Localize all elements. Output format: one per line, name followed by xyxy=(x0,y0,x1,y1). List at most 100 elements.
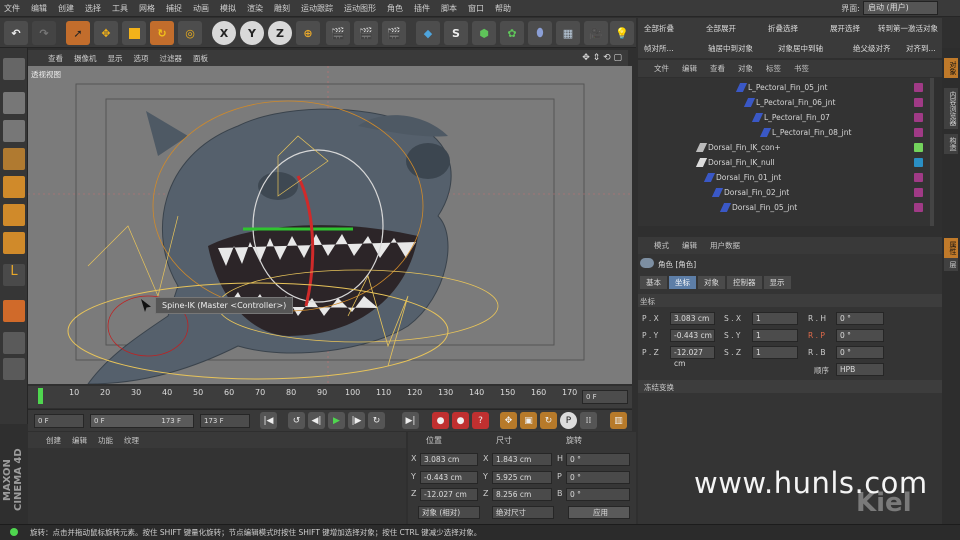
coord-size-y[interactable]: 5.925 cm xyxy=(492,471,552,484)
perspective-viewport[interactable]: 透视视图 Spine-IK (Master <Controller>) xyxy=(28,66,632,384)
z-axis-icon[interactable]: Z xyxy=(268,21,292,45)
coord-pos-y[interactable]: -0.443 cm xyxy=(420,471,478,484)
material-menu-texture[interactable]: 纹理 xyxy=(124,435,139,446)
menu-sculpt[interactable]: 雕刻 xyxy=(274,3,290,14)
tab-display[interactable]: 显示 xyxy=(763,276,791,289)
render-view-icon[interactable]: 🎬 xyxy=(326,21,350,45)
spline-pen-icon[interactable]: S xyxy=(444,21,468,45)
attr-px-field[interactable]: 3.083 cm xyxy=(670,312,715,325)
coord-pos-x[interactable]: 3.083 cm xyxy=(420,453,478,466)
menu-script[interactable]: 脚本 xyxy=(441,3,457,14)
object-tree-row[interactable]: L_Pectoral_Fin_08_jnt xyxy=(759,125,851,140)
current-frame-field[interactable]: 0 F xyxy=(582,390,628,404)
coord-rot-b[interactable]: 0 ° xyxy=(566,488,630,501)
camera-icon[interactable]: 🎥 xyxy=(584,21,608,45)
object-tag-icon[interactable] xyxy=(914,203,923,212)
move-icon[interactable]: ✥ xyxy=(94,21,118,45)
obj-menu-view[interactable]: 查看 xyxy=(710,63,725,74)
x-axis-icon[interactable]: X xyxy=(212,21,236,45)
key-scale-icon[interactable]: ▣ xyxy=(520,412,537,429)
light-icon[interactable]: 💡 xyxy=(610,21,634,45)
coord-mode-object-select[interactable]: 对象 (相对) xyxy=(418,506,480,519)
coord-rot-p[interactable]: 0 ° xyxy=(566,471,630,484)
redo-icon[interactable]: ↷ xyxy=(32,21,56,45)
tab-controller[interactable]: 控制器 xyxy=(727,276,762,289)
model-mode-icon[interactable] xyxy=(3,92,25,114)
object-tag-icon[interactable] xyxy=(914,188,923,197)
freeze-transform-section[interactable]: 冻结变换 xyxy=(638,380,942,393)
material-menu-edit[interactable]: 编辑 xyxy=(72,435,87,446)
attr-rh-field[interactable]: 0 ° xyxy=(836,312,884,325)
render-picture-viewer-icon[interactable]: 🎬 xyxy=(354,21,378,45)
cube-icon[interactable]: ◆ xyxy=(416,21,440,45)
viewport-menu-cameras[interactable]: 摄像机 xyxy=(74,53,97,64)
attr-py-field[interactable]: -0.443 cm xyxy=(670,329,715,342)
menu-snap[interactable]: 捕捉 xyxy=(166,3,182,14)
coord-mode-size-select[interactable]: 绝对尺寸 xyxy=(492,506,554,519)
texture-mode-icon[interactable] xyxy=(3,120,25,142)
workplane-lock-icon[interactable] xyxy=(3,332,25,354)
goto-end-icon[interactable]: ▶| xyxy=(402,412,419,429)
tab-basic[interactable]: 基本 xyxy=(640,276,667,289)
viewport-menu-display[interactable]: 显示 xyxy=(108,53,123,64)
timeline-playhead[interactable] xyxy=(38,388,43,404)
object-tree-row[interactable]: Dorsal_Fin_01_jnt xyxy=(703,170,781,185)
snap-icon[interactable] xyxy=(3,300,25,322)
render-settings-icon[interactable]: 🎬 xyxy=(382,21,406,45)
menu-character[interactable]: 角色 xyxy=(387,3,403,14)
menu-help[interactable]: 帮助 xyxy=(495,3,511,14)
prev-key-icon[interactable]: ↺ xyxy=(288,412,305,429)
tab-coordinates[interactable]: 坐标 xyxy=(669,276,696,289)
goto-first-active-button[interactable]: 转到第一激活对象 xyxy=(878,23,938,34)
recent-tool-icon[interactable]: ◎ xyxy=(178,21,202,45)
polygons-mode-icon[interactable] xyxy=(3,232,25,254)
menu-motion-tracking[interactable]: 运动跟踪 xyxy=(301,3,333,14)
end-frame-field[interactable]: 173 F xyxy=(200,414,250,428)
coord-size-z[interactable]: 8.256 cm xyxy=(492,488,552,501)
viewport-menu-filter[interactable]: 过滤器 xyxy=(160,53,183,64)
menu-mograph[interactable]: 运动图形 xyxy=(344,3,376,14)
material-manager[interactable]: 创建 编辑 功能 纹理 xyxy=(28,432,406,524)
viewport-menu-view[interactable]: 查看 xyxy=(48,53,63,64)
menu-animate[interactable]: 动画 xyxy=(193,3,209,14)
material-menu-function[interactable]: 功能 xyxy=(98,435,113,446)
viewport-nav-icons[interactable]: ✥ ⇕ ⟲ ▢ xyxy=(582,53,622,63)
parent-align-button[interactable]: 绝父级对齐 xyxy=(853,43,891,54)
viewport-menu-panel[interactable]: 面板 xyxy=(193,53,208,64)
attr-sy-field[interactable]: 1 xyxy=(752,329,798,342)
make-editable-icon[interactable] xyxy=(3,58,25,80)
collapse-selected-button[interactable]: 折叠选择 xyxy=(768,23,798,34)
menu-file[interactable]: 文件 xyxy=(4,3,20,14)
viewport-menu-options[interactable]: 选项 xyxy=(134,53,149,64)
menu-edit[interactable]: 编辑 xyxy=(31,3,47,14)
menu-simulate[interactable]: 模拟 xyxy=(220,3,236,14)
object-tag-icon[interactable] xyxy=(914,158,923,167)
key-rotation-icon[interactable]: ↻ xyxy=(540,412,557,429)
deformer-icon[interactable]: ⬮ xyxy=(528,21,552,45)
coord-apply-button[interactable]: 应用 xyxy=(568,506,630,519)
menu-plugins[interactable]: 插件 xyxy=(414,3,430,14)
array-icon[interactable]: ✿ xyxy=(500,21,524,45)
object-tag-icon[interactable] xyxy=(914,98,923,107)
object-tree-row[interactable]: L_Pectoral_Fin_06_jnt xyxy=(743,95,835,110)
object-tree-row[interactable]: L_Pectoral_Fin_07 xyxy=(751,110,830,125)
obj-menu-edit[interactable]: 编辑 xyxy=(682,63,697,74)
object-tree-row[interactable]: Dorsal_Fin_02_jnt xyxy=(711,185,789,200)
material-menu-create[interactable]: 创建 xyxy=(46,435,61,446)
obj-menu-objects[interactable]: 对象 xyxy=(738,63,753,74)
goto-start-icon[interactable]: |◀ xyxy=(260,412,277,429)
key-position-icon[interactable]: ✥ xyxy=(500,412,517,429)
play-icon[interactable]: ▶ xyxy=(328,412,345,429)
coord-size-x[interactable]: 1.843 cm xyxy=(492,453,552,466)
attr-rp-field[interactable]: 0 ° xyxy=(836,329,884,342)
edges-mode-icon[interactable] xyxy=(3,204,25,226)
menu-mesh[interactable]: 网格 xyxy=(139,3,155,14)
key-parameter-icon[interactable]: P xyxy=(560,412,577,429)
object-tag-icon[interactable] xyxy=(914,128,923,137)
object-tree-scrollbar[interactable] xyxy=(930,78,934,226)
object-tag-icon[interactable] xyxy=(914,83,923,92)
live-select-icon[interactable]: ➚ xyxy=(66,21,90,45)
grid-icon[interactable] xyxy=(3,358,25,380)
floor-icon[interactable]: ▦ xyxy=(556,21,580,45)
tab-structure[interactable]: 构造 xyxy=(944,134,958,154)
